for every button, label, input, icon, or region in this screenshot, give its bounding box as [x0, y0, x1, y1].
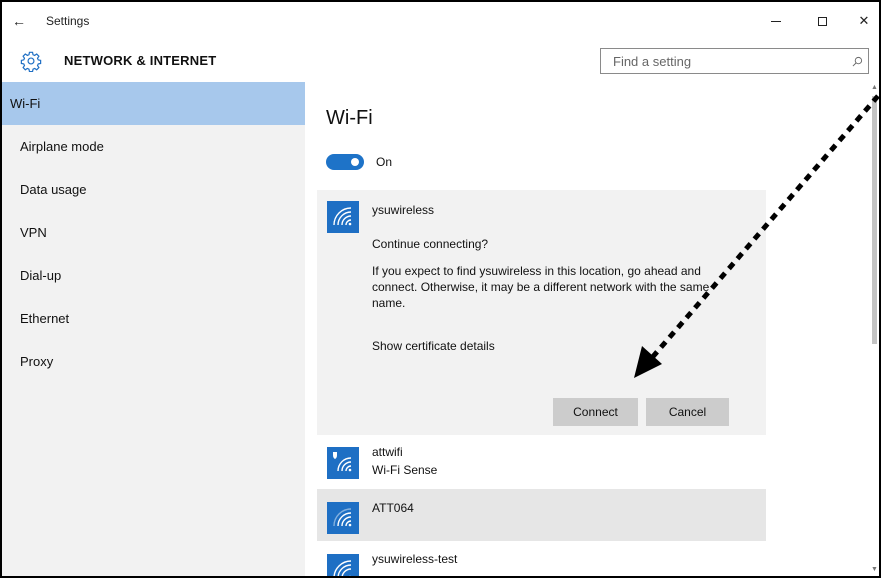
sidebar-item-label: VPN: [20, 225, 47, 240]
sidebar-item-airplane-mode[interactable]: Airplane mode: [2, 125, 305, 168]
scroll-up-icon[interactable]: ▲: [870, 84, 879, 92]
cancel-button[interactable]: Cancel: [646, 398, 729, 426]
gear-icon: [20, 51, 42, 72]
minimize-icon: [771, 20, 781, 22]
wifi-signal-icon: [327, 554, 359, 576]
network-item-ysuwireless-test[interactable]: ysuwireless-test: [317, 544, 766, 576]
expanded-network-panel: ysuwireless Continue connecting? If you …: [317, 190, 766, 435]
scroll-down-icon[interactable]: ▼: [870, 566, 879, 574]
sidebar-item-vpn[interactable]: VPN: [2, 211, 305, 254]
sidebar-item-label: Data usage: [20, 182, 87, 197]
sidebar-item-label: Wi-Fi: [10, 96, 41, 111]
show-certificate-link[interactable]: Show certificate details: [372, 339, 495, 353]
wifi-signal-icon: [327, 201, 359, 233]
sidebar-item-label: Dial-up: [20, 268, 62, 283]
scroll-thumb[interactable]: [872, 96, 877, 344]
network-name: attwifi: [372, 445, 403, 459]
network-item-attwifi[interactable]: attwifi Wi-Fi Sense: [317, 437, 766, 487]
network-item-att064[interactable]: ATT064: [317, 489, 766, 541]
search-input[interactable]: [601, 49, 846, 73]
title-bar: ← Settings: [2, 2, 879, 40]
sidebar: Wi-Fi Airplane mode Data usage VPN Dial-…: [2, 82, 305, 576]
wifi-signal-icon: [327, 502, 359, 534]
network-name: ATT064: [372, 501, 414, 515]
sidebar-item-wifi[interactable]: Wi-Fi: [2, 82, 305, 125]
sidebar-item-label: Proxy: [20, 354, 54, 369]
scrollbar[interactable]: ▲ ▼: [870, 82, 879, 576]
main-content: Wi-Fi On ysuwireless Continue connecting…: [305, 82, 870, 576]
connect-question: Continue connecting?: [372, 237, 489, 251]
search-box[interactable]: [600, 48, 869, 74]
back-arrow-icon: ←: [12, 13, 26, 29]
sidebar-item-label: Ethernet: [20, 311, 70, 326]
sidebar-item-label: Airplane mode: [20, 139, 104, 154]
close-button[interactable]: ✕: [842, 2, 879, 40]
sidebar-item-data-usage[interactable]: Data usage: [2, 168, 305, 211]
wifi-signal-secured-icon: [327, 447, 359, 479]
maximize-button[interactable]: [800, 2, 844, 40]
toggle-knob: [351, 158, 359, 166]
section-title: NETWORK & INTERNET: [64, 53, 217, 68]
settings-window: ← Settings ✕ NETWORK & INTERNET Wi-Fi Ai…: [0, 0, 881, 578]
back-button[interactable]: ←: [2, 2, 36, 40]
close-icon: ✕: [858, 13, 870, 28]
minimize-button[interactable]: [754, 2, 798, 40]
page-title: Wi-Fi: [326, 107, 373, 129]
connect-description: If you expect to find ysuwireless in thi…: [372, 264, 710, 310]
search-icon[interactable]: [846, 49, 868, 73]
connect-button[interactable]: Connect: [553, 398, 638, 426]
network-name: ysuwireless: [372, 203, 435, 217]
wifi-toggle[interactable]: [326, 154, 364, 170]
sidebar-item-dial-up[interactable]: Dial-up: [2, 254, 305, 297]
window-title: Settings: [46, 14, 90, 28]
toggle-label: On: [376, 155, 393, 169]
maximize-icon: [817, 16, 827, 26]
network-name: ysuwireless-test: [372, 552, 458, 566]
network-subtitle: Wi-Fi Sense: [372, 463, 438, 477]
sidebar-item-proxy[interactable]: Proxy: [2, 340, 305, 383]
sidebar-item-ethernet[interactable]: Ethernet: [2, 297, 305, 340]
